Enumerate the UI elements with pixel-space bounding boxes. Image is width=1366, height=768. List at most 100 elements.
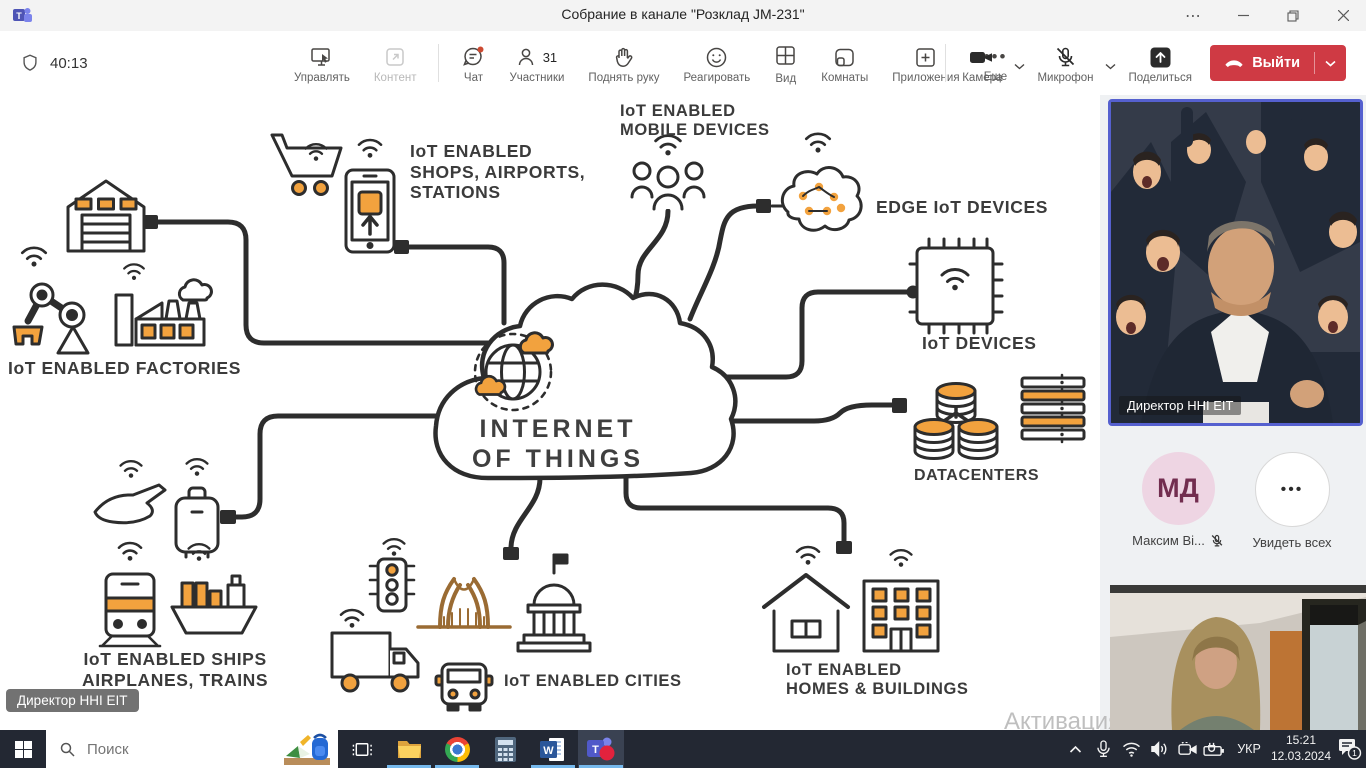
teams-button[interactable]: T: [578, 730, 624, 768]
window-more-button[interactable]: ⋯: [1170, 0, 1216, 31]
people-group-icon: [632, 163, 704, 209]
ellipsis-icon: •••: [1281, 481, 1304, 499]
teams-meeting-window: T Собрание в канале "Розклад JM-231" ⋯ 4…: [0, 0, 1366, 768]
node-label-edge: EDGE IoT DEVICES: [876, 197, 1048, 218]
speaker-name-label: Директор ННІ ЕІТ: [1119, 396, 1241, 415]
robot-arm-icon: [14, 284, 88, 353]
shared-screen[interactable]: IoT ENABLED FACTORIES IoT ENABLED SHOPS,…: [0, 95, 1100, 730]
camera-chevron-icon[interactable]: [1014, 63, 1025, 70]
tray-time: 15:21: [1271, 733, 1331, 749]
speaker-video-frame: [1111, 102, 1360, 423]
content-button[interactable]: Контент: [368, 39, 423, 88]
tray-date: 12.03.2024: [1271, 749, 1331, 765]
chrome-icon: [445, 737, 470, 762]
node-label-iot-devices: IoT DEVICES: [922, 333, 1037, 354]
task-view-button[interactable]: [340, 730, 384, 768]
mic-muted-icon: [1210, 534, 1224, 548]
meeting-timer: 40:13: [50, 55, 88, 72]
window-minimize-button[interactable]: [1220, 0, 1266, 31]
clock[interactable]: 15:21 12.03.2024: [1268, 730, 1334, 768]
calculator-button[interactable]: [482, 730, 528, 768]
airplane-icon: [95, 485, 165, 523]
toolbar-divider: [438, 44, 439, 82]
train-icon: [100, 574, 160, 646]
truck-icon: [332, 633, 418, 691]
search-input[interactable]: [85, 740, 269, 759]
wifi-icon: [797, 547, 819, 565]
start-button[interactable]: [0, 730, 46, 768]
wifi-icon: [119, 543, 141, 561]
leave-chevron-icon[interactable]: [1315, 60, 1346, 67]
cargo-ship-icon: [172, 576, 256, 633]
share-button[interactable]: Поделиться: [1122, 39, 1198, 88]
action-center-button[interactable]: 1: [1334, 730, 1366, 768]
node-label-cities: IoT ENABLED CITIES: [504, 672, 682, 691]
chat-button[interactable]: Чат: [455, 38, 491, 88]
manage-button[interactable]: Управлять: [288, 39, 356, 88]
meeting-toolbar: 40:13 Управлять Контент Чат 31 Учас: [0, 31, 1366, 96]
main-speaker-video[interactable]: Директор ННІ ЕІТ: [1108, 99, 1363, 426]
house-icon: [764, 575, 848, 651]
cloud-title-line1: INTERNET: [428, 415, 688, 444]
participants-button[interactable]: 31 Участники: [503, 39, 570, 88]
raise-hand-button[interactable]: Поднять руку: [582, 39, 665, 88]
secondary-video-frame: [1110, 585, 1366, 730]
node-label-mobile: IoT ENABLED MOBILE DEVICES: [620, 102, 770, 141]
car-icon: [436, 664, 492, 710]
taskbar: W T УКР 15:21: [0, 730, 1366, 768]
node-label-ships: IoT ENABLED SHIPS AIRPLANES, TRAINS: [82, 649, 268, 690]
participants-count: 31: [543, 50, 557, 65]
taskbar-search[interactable]: [46, 730, 338, 768]
wifi-icon: [124, 264, 144, 280]
tray-battery-icon[interactable]: [1200, 730, 1228, 768]
cloud-title-line2: OF THINGS: [428, 445, 688, 474]
node-label-homes: IoT ENABLED HOMES & BUILDINGS: [786, 661, 969, 700]
building-icon: [864, 581, 938, 651]
search-daily-image[interactable]: [282, 732, 334, 766]
wifi-icon: [384, 539, 405, 556]
word-glyph: W: [543, 745, 554, 757]
brain-icon: [772, 168, 861, 231]
mic-chevron-icon[interactable]: [1105, 63, 1116, 70]
wifi-icon: [341, 610, 363, 628]
chrome-button[interactable]: [434, 730, 480, 768]
rooms-button[interactable]: Комнаты: [815, 39, 874, 88]
window-close-button[interactable]: [1320, 0, 1366, 31]
presenter-pill: Директор ННІ ЕІТ: [6, 689, 139, 712]
view-button[interactable]: Вид: [768, 37, 803, 89]
wifi-icon: [22, 248, 45, 267]
titlebar: T Собрание в канале "Розклад JM-231" ⋯: [0, 0, 1366, 32]
window-restore-button[interactable]: [1270, 0, 1316, 31]
luggage-icon: [176, 488, 218, 557]
search-icon: [60, 742, 75, 757]
see-all-circle[interactable]: •••: [1255, 452, 1330, 527]
node-label-factories: IoT ENABLED FACTORIES: [8, 358, 241, 379]
word-button[interactable]: W: [530, 730, 576, 768]
shield-icon: [20, 52, 40, 74]
tray-wifi-icon[interactable]: [1118, 730, 1144, 768]
capitol-icon: [518, 555, 590, 651]
warehouse-icon: [68, 181, 144, 251]
participant-name: Максим Ві...: [1132, 533, 1205, 548]
smartphone-icon: [346, 170, 394, 252]
tray-chevron-icon[interactable]: [1062, 730, 1088, 768]
smoke-cloud-icon: [179, 280, 211, 300]
react-button[interactable]: Реагировать: [678, 39, 757, 88]
secondary-video[interactable]: [1110, 585, 1366, 730]
meeting-stage: IoT ENABLED FACTORIES IoT ENABLED SHOPS,…: [0, 95, 1366, 730]
file-explorer-button[interactable]: [386, 730, 432, 768]
participant-md[interactable]: МД Максим Ві...: [1118, 452, 1238, 548]
tray-meet-now-icon[interactable]: [1174, 730, 1200, 768]
see-all-button[interactable]: ••• Увидеть всех: [1232, 452, 1352, 550]
language-indicator[interactable]: УКР: [1230, 730, 1268, 768]
mic-button[interactable]: Микрофон: [1031, 39, 1099, 88]
traffic-light-icon: [370, 559, 414, 611]
camera-button[interactable]: Камера: [956, 39, 1008, 88]
wifi-icon: [359, 140, 381, 158]
teams-glyph: T: [592, 744, 599, 756]
tray-mic-icon[interactable]: [1090, 730, 1116, 768]
avatar[interactable]: МД: [1142, 452, 1215, 525]
leave-button[interactable]: Выйти: [1210, 45, 1346, 81]
tray-volume-icon[interactable]: [1146, 730, 1172, 768]
wifi-icon: [187, 459, 208, 476]
